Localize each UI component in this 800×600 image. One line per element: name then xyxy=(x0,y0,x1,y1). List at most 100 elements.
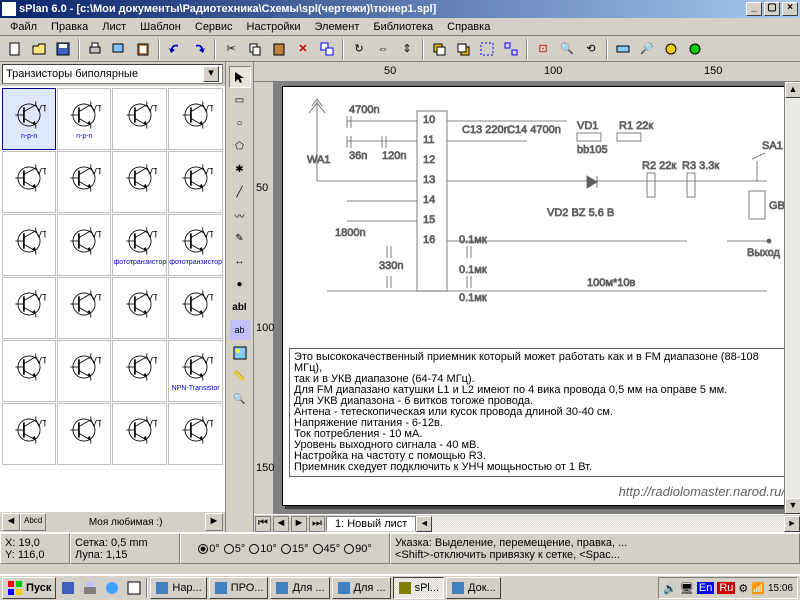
tab-next-button[interactable]: ► xyxy=(291,516,307,532)
menu-settings[interactable]: Настройки xyxy=(241,20,307,34)
angle-option[interactable]: 5° xyxy=(224,543,246,555)
quick-launch-2[interactable] xyxy=(80,578,100,598)
copy-button[interactable] xyxy=(244,38,266,60)
zoom-fit-button[interactable]: ⊡ xyxy=(532,38,554,60)
palette-abcd-button[interactable]: Abcd xyxy=(20,513,46,531)
polygon-tool[interactable]: ⬠ xyxy=(229,135,251,157)
undo-button[interactable] xyxy=(164,38,186,60)
print-button[interactable] xyxy=(84,38,106,60)
dimension-tool[interactable]: ↔ xyxy=(229,250,251,272)
angle-option[interactable]: 10° xyxy=(249,543,277,555)
group-button[interactable] xyxy=(476,38,498,60)
zoom-prev-button[interactable]: ⟲ xyxy=(580,38,602,60)
palette-item[interactable]: VT? xyxy=(2,151,56,213)
palette-item[interactable]: VT? xyxy=(57,277,111,339)
palette-item[interactable]: VT? xyxy=(168,277,223,339)
new-button[interactable] xyxy=(4,38,26,60)
paste-button[interactable] xyxy=(268,38,290,60)
taskbar-task[interactable]: Док... xyxy=(446,577,501,599)
tab-last-button[interactable]: ⏭ xyxy=(309,516,325,532)
palette-item[interactable]: VT? xyxy=(2,403,56,465)
palette-item[interactable]: VT? xyxy=(112,403,167,465)
menu-library[interactable]: Библиотека xyxy=(367,20,439,34)
palette-item[interactable]: VT? xyxy=(112,277,167,339)
pointer-tool[interactable] xyxy=(229,66,251,88)
palette-item[interactable]: VT? xyxy=(168,151,223,213)
zoom-tool[interactable]: 🔍 xyxy=(229,388,251,410)
rotate-button[interactable]: ↻ xyxy=(348,38,370,60)
tray-icon[interactable]: 📶 xyxy=(751,582,765,595)
image-tool[interactable] xyxy=(229,342,251,364)
palette-item[interactable]: VT?NPN-Transistor xyxy=(168,340,223,402)
tab-first-button[interactable]: ⏮ xyxy=(255,516,271,532)
taskbar-task[interactable]: ПРО... xyxy=(209,577,269,599)
palette-item[interactable]: VT?фототранзистор xyxy=(112,214,167,276)
duplicate-button[interactable] xyxy=(316,38,338,60)
minimize-button[interactable]: _ xyxy=(746,2,762,16)
ungroup-button[interactable] xyxy=(500,38,522,60)
menu-element[interactable]: Элемент xyxy=(308,20,365,34)
palette-prev-button[interactable]: ◄ xyxy=(2,513,20,531)
cut-button[interactable]: ✂ xyxy=(220,38,242,60)
clipboard-button[interactable] xyxy=(132,38,154,60)
tab-prev-button[interactable]: ◄ xyxy=(273,516,289,532)
quick-launch-3[interactable] xyxy=(102,578,122,598)
drawing-canvas[interactable]: WA1 10 11 12 13 14 15 16 xyxy=(274,82,784,514)
text-tool[interactable]: abI xyxy=(229,296,251,318)
category-combo[interactable]: Транзисторы биполярные ▾ xyxy=(2,64,223,84)
angle-option[interactable]: 15° xyxy=(281,543,309,555)
angle-selector[interactable]: 0°5°10°15°45°90° xyxy=(180,533,390,564)
curve-tool[interactable]: 〰 xyxy=(229,204,251,226)
open-button[interactable] xyxy=(28,38,50,60)
scroll-right-icon[interactable]: ► xyxy=(784,516,800,532)
palette-item[interactable]: VT? xyxy=(112,151,167,213)
rectangle-tool[interactable]: ▭ xyxy=(229,89,251,111)
palette-item[interactable]: VT? xyxy=(57,403,111,465)
quick-launch-1[interactable] xyxy=(58,578,78,598)
redo-button[interactable] xyxy=(188,38,210,60)
taskbar-task[interactable]: Для ... xyxy=(270,577,329,599)
components-button[interactable] xyxy=(612,38,634,60)
taskbar-task[interactable]: Нар... xyxy=(150,577,206,599)
palette-item[interactable]: VT?n-p-n транзистор xyxy=(2,88,56,150)
lang-ru[interactable]: Ru xyxy=(717,582,735,594)
taskbar-task[interactable]: Для ... xyxy=(332,577,391,599)
lang-en[interactable]: En xyxy=(697,582,714,594)
palette-item[interactable]: VT? xyxy=(168,88,223,150)
menu-service[interactable]: Сервис xyxy=(189,20,239,34)
textbox-tool[interactable]: ab xyxy=(229,319,251,341)
quick-launch-4[interactable] xyxy=(124,578,144,598)
tray-icon[interactable]: 🔊 xyxy=(663,582,677,595)
special-tool[interactable]: ✱ xyxy=(229,158,251,180)
dropdown-icon[interactable]: ▾ xyxy=(203,66,219,82)
back-button[interactable] xyxy=(452,38,474,60)
line-tool[interactable]: ╱ xyxy=(229,181,251,203)
front-button[interactable] xyxy=(428,38,450,60)
freehand-tool[interactable]: ✎ xyxy=(229,227,251,249)
scroll-left-icon[interactable]: ◄ xyxy=(416,516,432,532)
palette-item[interactable]: VT? xyxy=(112,88,167,150)
palette-item[interactable]: VT?n-p-n транзистор xyxy=(57,88,111,150)
palette-item[interactable]: VT? xyxy=(2,340,56,402)
menu-sheet[interactable]: Лист xyxy=(96,20,132,34)
options1-button[interactable] xyxy=(660,38,682,60)
angle-option[interactable]: 45° xyxy=(313,543,341,555)
maximize-button[interactable]: ▢ xyxy=(764,2,780,16)
palette-item[interactable]: VT? xyxy=(2,277,56,339)
palette-item[interactable]: VT? xyxy=(57,151,111,213)
measure-tool[interactable]: 📏 xyxy=(229,365,251,387)
circle-tool[interactable]: ○ xyxy=(229,112,251,134)
close-button[interactable]: × xyxy=(782,2,798,16)
mirror-v-button[interactable]: ⇕ xyxy=(396,38,418,60)
palette-item[interactable]: VT? xyxy=(112,340,167,402)
scroll-down-icon[interactable]: ▼ xyxy=(785,498,800,514)
taskbar-task[interactable]: sPl... xyxy=(393,577,444,599)
palette-item[interactable]: VT?фототранзистор xyxy=(168,214,223,276)
sheet-tab-1[interactable]: 1: Новый лист xyxy=(326,516,416,531)
options2-button[interactable] xyxy=(684,38,706,60)
search-button[interactable]: 🔎 xyxy=(636,38,658,60)
scroll-up-icon[interactable]: ▲ xyxy=(785,82,800,98)
menu-template[interactable]: Шаблон xyxy=(134,20,187,34)
palette-item[interactable]: VT? xyxy=(57,340,111,402)
export-button[interactable] xyxy=(108,38,130,60)
